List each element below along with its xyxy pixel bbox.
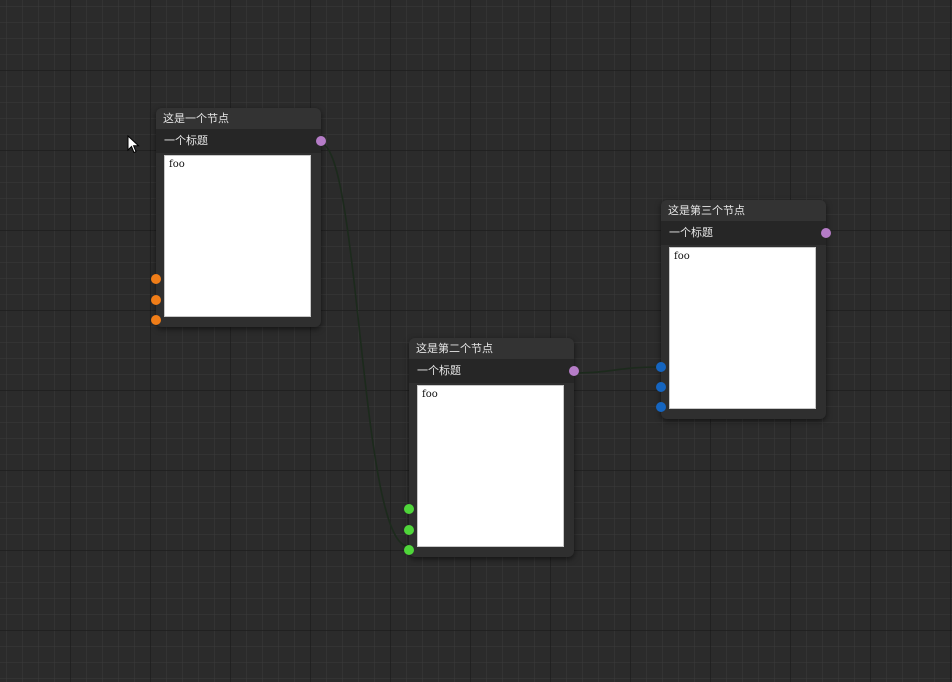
node-body: foo (656, 245, 826, 419)
output-port-1[interactable] (821, 228, 831, 238)
node-text-area[interactable]: foo (417, 385, 564, 547)
node-subtitle-row: 一个标题 (156, 129, 326, 153)
node-3[interactable]: 这是第三个节点 一个标题 foo (656, 200, 831, 419)
input-port-3[interactable] (151, 315, 161, 325)
node-text-area[interactable]: foo (669, 247, 816, 409)
node-subtitle: 一个标题 (164, 134, 208, 147)
node-body: foo (404, 383, 574, 557)
input-port-2[interactable] (656, 382, 666, 392)
node-subtitle-row: 一个标题 (409, 359, 579, 383)
node-subtitle: 一个标题 (669, 226, 713, 239)
input-port-2[interactable] (404, 525, 414, 535)
input-port-3[interactable] (656, 402, 666, 412)
input-port-1[interactable] (656, 362, 666, 372)
input-port-3[interactable] (404, 545, 414, 555)
input-port-2[interactable] (151, 295, 161, 305)
output-port-1[interactable] (569, 366, 579, 376)
input-port-1[interactable] (151, 274, 161, 284)
node-title[interactable]: 这是第三个节点 (661, 200, 826, 221)
node-text-area[interactable]: foo (164, 155, 311, 317)
node-editor-canvas[interactable]: 这是一个节点 一个标题 foo 这是第二个节点 一个标题 foo 这是第三个节点 (0, 0, 952, 682)
node-1[interactable]: 这是一个节点 一个标题 foo (151, 108, 326, 327)
connection-node2-to-node3[interactable] (572, 366, 661, 374)
node-title[interactable]: 这是一个节点 (156, 108, 321, 129)
output-port-1[interactable] (316, 136, 326, 146)
node-title[interactable]: 这是第二个节点 (409, 338, 574, 359)
connection-node1-to-node2[interactable] (319, 142, 409, 547)
node-body: foo (151, 153, 321, 327)
arrow-cursor-icon (127, 135, 140, 154)
node-2[interactable]: 这是第二个节点 一个标题 foo (404, 338, 579, 557)
node-subtitle-row: 一个标题 (661, 221, 831, 245)
input-port-1[interactable] (404, 504, 414, 514)
node-subtitle: 一个标题 (417, 364, 461, 377)
